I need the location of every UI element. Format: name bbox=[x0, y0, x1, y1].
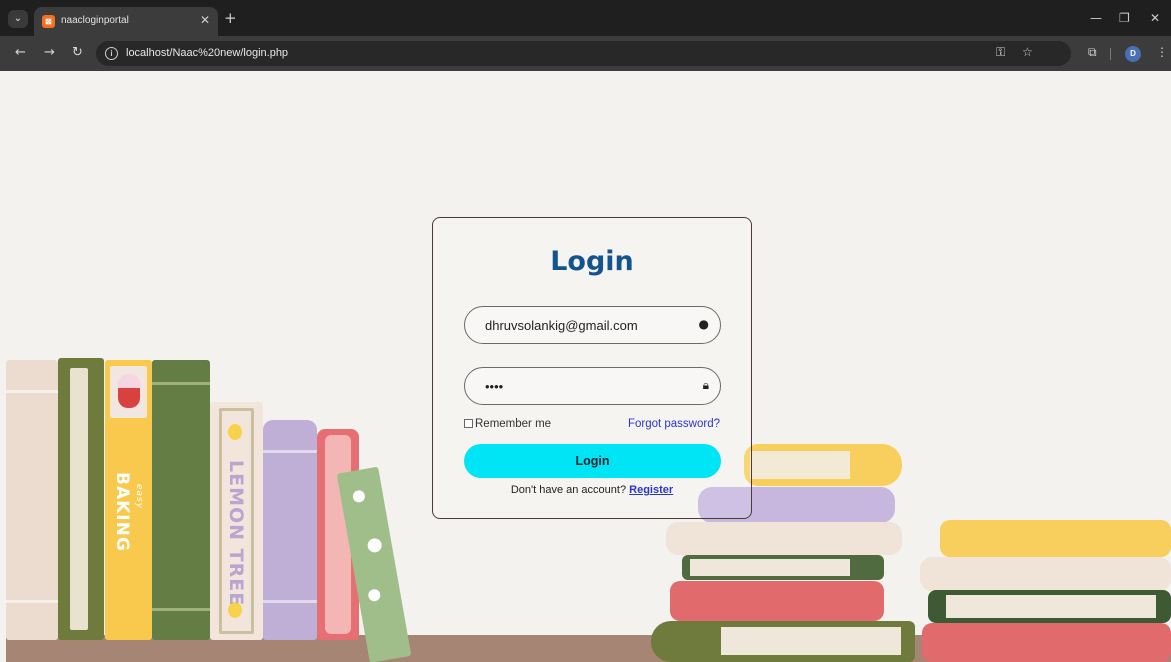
book-lavender bbox=[263, 420, 317, 640]
login-title: Login bbox=[550, 246, 634, 277]
address-bar[interactable]: i localhost/Naac%20new/login.php ⚿ ☆ bbox=[96, 41, 1071, 66]
login-card: Login dhruvsolankig@gmail.com ● •••• 🔒︎ … bbox=[432, 217, 752, 519]
browser-toolbar: ← → ↻ i localhost/Naac%20new/login.php ⚿… bbox=[0, 36, 1171, 71]
lock-icon: 🔒︎ bbox=[702, 378, 709, 392]
bookmark-star-icon[interactable]: ☆ bbox=[1022, 45, 1033, 59]
stack2-green bbox=[928, 590, 1171, 623]
book-green bbox=[152, 360, 210, 640]
new-tab-icon[interactable]: + bbox=[224, 9, 237, 27]
site-info-icon[interactable]: i bbox=[105, 47, 118, 60]
forgot-password-link[interactable]: Forgot password? bbox=[628, 418, 720, 430]
stack-book-yellow bbox=[744, 444, 902, 486]
book-title-lemon-tree: LEMON TREE bbox=[225, 460, 247, 607]
stack2-cream bbox=[920, 557, 1171, 591]
book-lemon-tree: LEMON TREE bbox=[210, 402, 263, 640]
tab-list-icon[interactable]: ⌄ bbox=[8, 10, 28, 28]
remember-label[interactable]: Remember me bbox=[475, 418, 551, 430]
stack2-coral bbox=[922, 623, 1171, 662]
password-value[interactable]: •••• bbox=[485, 379, 503, 394]
login-button[interactable]: Login bbox=[464, 444, 721, 478]
book-subtitle-easy: easy bbox=[134, 484, 144, 510]
book-baking: BAKING easy bbox=[105, 360, 152, 640]
book-title-baking: BAKING bbox=[112, 472, 132, 552]
tab-title: naacloginportal bbox=[61, 15, 129, 26]
stack-book-olive-bottom bbox=[651, 621, 915, 662]
tab-bar: ⌄ ⊠ naacloginportal ✕ + — ❐ ✕ bbox=[0, 0, 1171, 36]
forward-icon[interactable]: → bbox=[44, 45, 55, 60]
favicon-icon: ⊠ bbox=[42, 15, 55, 28]
minimize-icon[interactable]: — bbox=[1090, 11, 1102, 25]
stack-book-coral bbox=[670, 581, 884, 621]
tab-active[interactable]: ⊠ naacloginportal ✕ bbox=[34, 7, 218, 36]
password-key-icon[interactable]: ⚿ bbox=[996, 45, 1005, 60]
stack-book-darkgreen bbox=[682, 555, 884, 580]
url-text[interactable]: localhost/Naac%20new/login.php bbox=[126, 47, 288, 59]
close-window-icon[interactable]: ✕ bbox=[1150, 11, 1160, 25]
register-link[interactable]: Register bbox=[629, 484, 673, 496]
remember-checkbox[interactable] bbox=[464, 419, 473, 428]
restore-icon[interactable]: ❐ bbox=[1119, 11, 1130, 25]
menu-icon[interactable]: ⋮ bbox=[1156, 45, 1168, 59]
stack2-yellow bbox=[940, 520, 1171, 557]
back-icon[interactable]: ← bbox=[15, 45, 26, 60]
email-field[interactable]: dhruvsolankig@gmail.com ● bbox=[464, 306, 721, 344]
book-beige bbox=[6, 360, 58, 640]
toolbar-divider bbox=[1110, 48, 1111, 60]
page-background: BAKING easy LEMON TREE Login dhruvsolank… bbox=[6, 71, 1171, 662]
register-prompt: Don't have an account? bbox=[510, 484, 627, 496]
remember-me[interactable]: Remember me bbox=[464, 418, 551, 430]
stack-book-cream bbox=[666, 522, 902, 555]
book-olive bbox=[58, 358, 104, 640]
extensions-icon[interactable]: ⧉ bbox=[1088, 45, 1097, 60]
email-value[interactable]: dhruvsolankig@gmail.com bbox=[485, 318, 638, 333]
reload-icon[interactable]: ↻ bbox=[72, 45, 83, 60]
user-circle-icon: ● bbox=[698, 317, 709, 331]
tab-close-icon[interactable]: ✕ bbox=[200, 13, 210, 27]
password-field[interactable]: •••• 🔒︎ bbox=[464, 367, 721, 405]
profile-avatar[interactable]: D bbox=[1125, 46, 1141, 62]
register-line: Don't have an account? Register bbox=[433, 484, 751, 496]
